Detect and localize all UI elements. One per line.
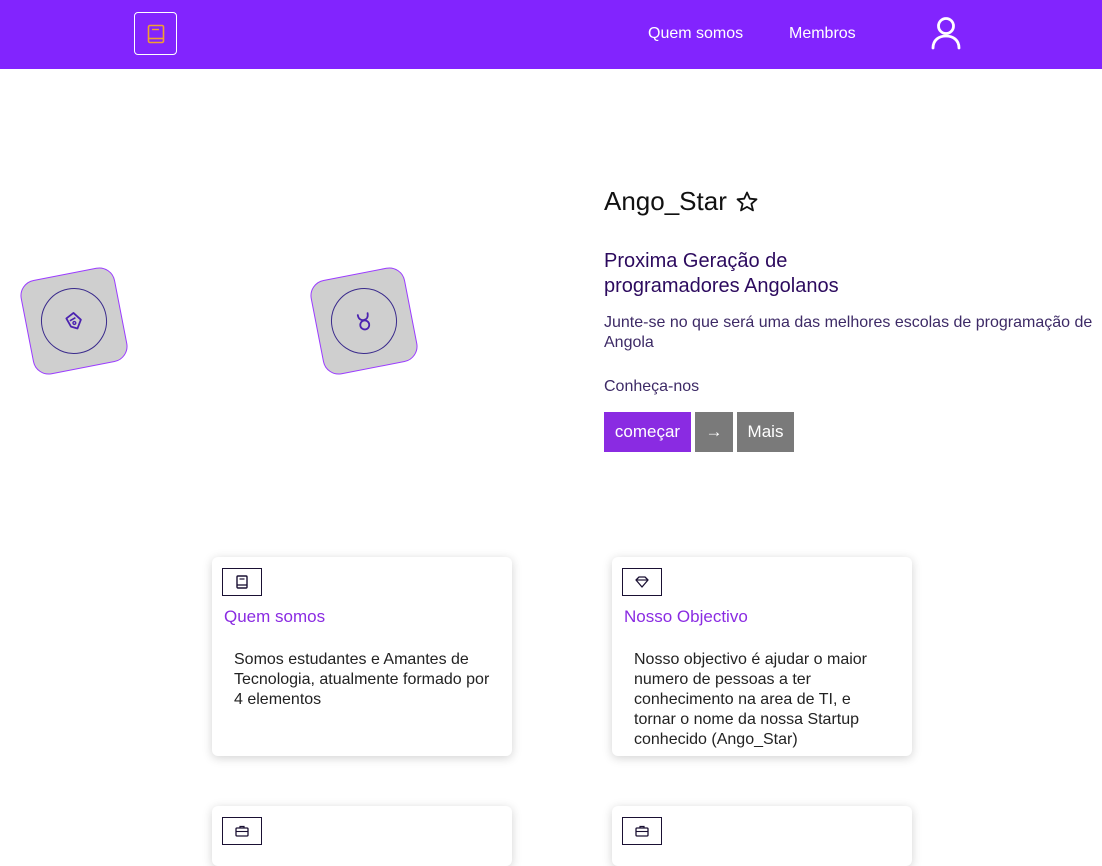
star-outline-icon[interactable] <box>735 190 759 214</box>
card-icon-box <box>622 568 662 596</box>
gem-icon <box>635 576 649 588</box>
hero-subtitle: Proxima Geração de programadores Angolan… <box>604 250 839 297</box>
start-button[interactable]: começar <box>604 412 691 452</box>
hero-tile-right <box>307 264 421 378</box>
user-icon[interactable] <box>930 16 962 50</box>
card-icon-box <box>222 568 262 596</box>
nav-link-membros[interactable]: Membros <box>789 24 856 44</box>
card-text: Nosso objectivo é ajudar o maior numero … <box>634 651 868 748</box>
more-button[interactable]: Mais <box>737 412 794 452</box>
card-icon-box <box>222 817 262 845</box>
card-icon-box <box>622 817 662 845</box>
card-title: Quem somos <box>224 607 326 626</box>
hero-title-text: Ango_Star <box>604 186 727 216</box>
hero-description: Junte-se no que será uma das melhores es… <box>604 314 1093 351</box>
hero-cta-label: Conheça-nos <box>604 378 700 395</box>
briefcase-icon <box>635 825 649 837</box>
hero-tile-left <box>17 264 131 378</box>
card-title: Nosso Objectivo <box>624 607 748 626</box>
card-partial-left <box>212 806 512 866</box>
hero-title: Ango_Star <box>604 186 759 217</box>
book-icon <box>236 575 248 589</box>
card-text: Somos estudantes e Amantes de Tecnologia… <box>234 651 490 708</box>
tile-ring <box>325 282 403 360</box>
top-navbar: Quem somos Membros <box>0 0 1102 69</box>
card-quem-somos: Quem somos Somos estudantes e Amantes de… <box>212 557 512 756</box>
logo-button[interactable] <box>134 12 177 55</box>
arrow-button[interactable]: → <box>695 412 733 452</box>
book-icon <box>147 24 164 43</box>
tile-ring <box>35 282 113 360</box>
nav-link-quem-somos[interactable]: Quem somos <box>648 24 743 44</box>
briefcase-icon <box>235 825 249 837</box>
taurus-icon <box>356 312 371 331</box>
pen-nib-icon <box>65 312 82 330</box>
card-partial-right <box>612 806 912 866</box>
card-nosso-objectivo: Nosso Objectivo Nosso objectivo é ajudar… <box>612 557 912 756</box>
